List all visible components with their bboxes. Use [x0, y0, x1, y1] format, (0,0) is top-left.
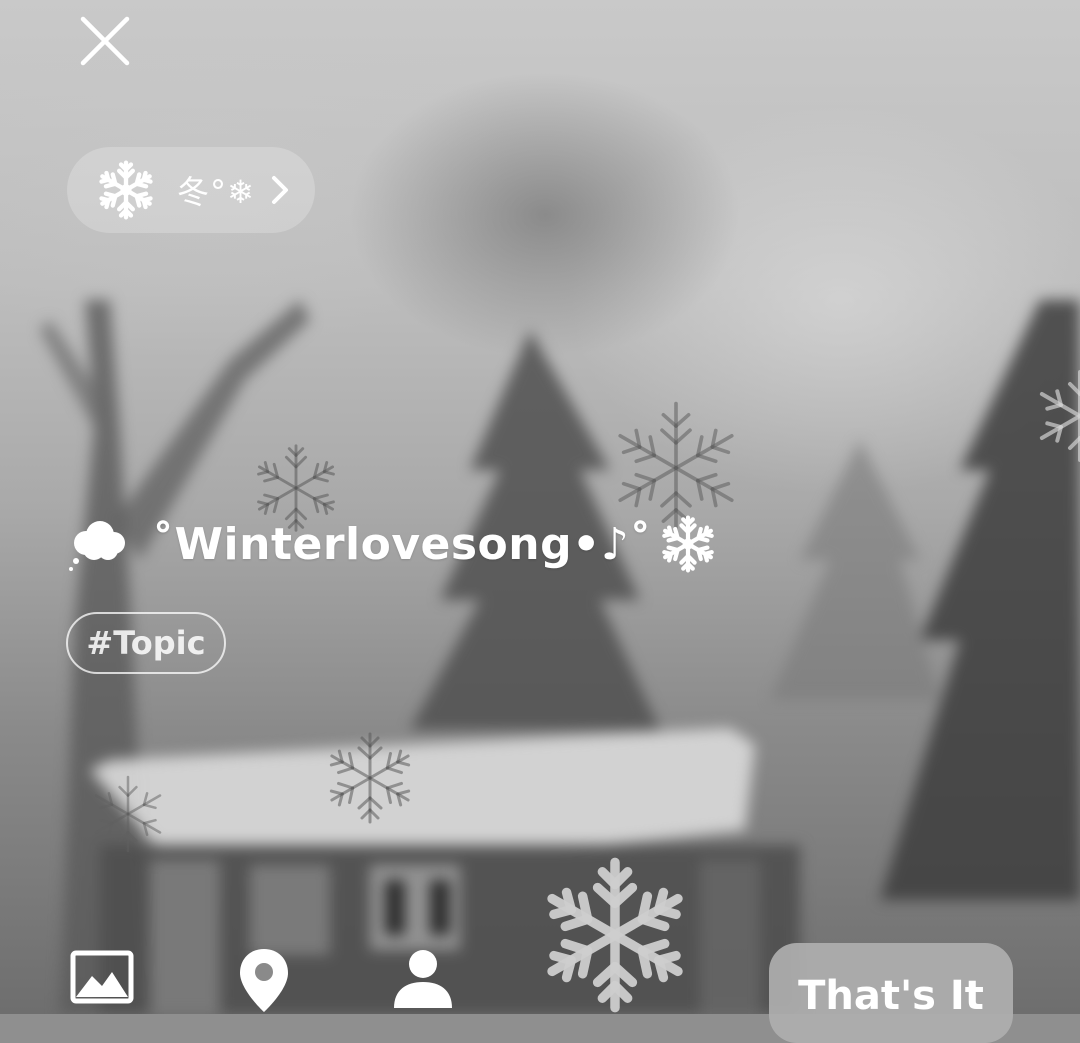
person-icon: [394, 950, 452, 1008]
location-pin-icon: [240, 949, 288, 1012]
image-icon: [70, 950, 134, 1004]
post-title-row[interactable]: ˚Winterlovesong•♪˚: [66, 512, 718, 576]
snowflake-decoration-4: [90, 775, 166, 853]
snowflake-decoration-3: [324, 732, 416, 824]
add-location-button[interactable]: [236, 946, 292, 1014]
music-chip[interactable]: 冬°❄: [67, 147, 315, 233]
add-image-button[interactable]: [70, 950, 134, 1004]
snowflake-decoration-5: [530, 857, 700, 1014]
topic-tag-button[interactable]: #Topic: [66, 612, 226, 674]
chip-label: 冬°❄: [177, 173, 255, 211]
post-title: ˚Winterlovesong•♪˚: [152, 518, 652, 570]
snowflake-icon: [95, 159, 157, 221]
snowflake-icon: [658, 515, 718, 574]
close-button[interactable]: [78, 14, 132, 68]
close-icon: [80, 16, 130, 66]
chevron-right-icon: [271, 176, 288, 204]
done-button[interactable]: That's It: [769, 943, 1013, 1043]
tag-person-button[interactable]: [392, 946, 454, 1008]
cloud-icon: [69, 521, 125, 571]
snowflake-decoration-6: [1034, 370, 1080, 462]
